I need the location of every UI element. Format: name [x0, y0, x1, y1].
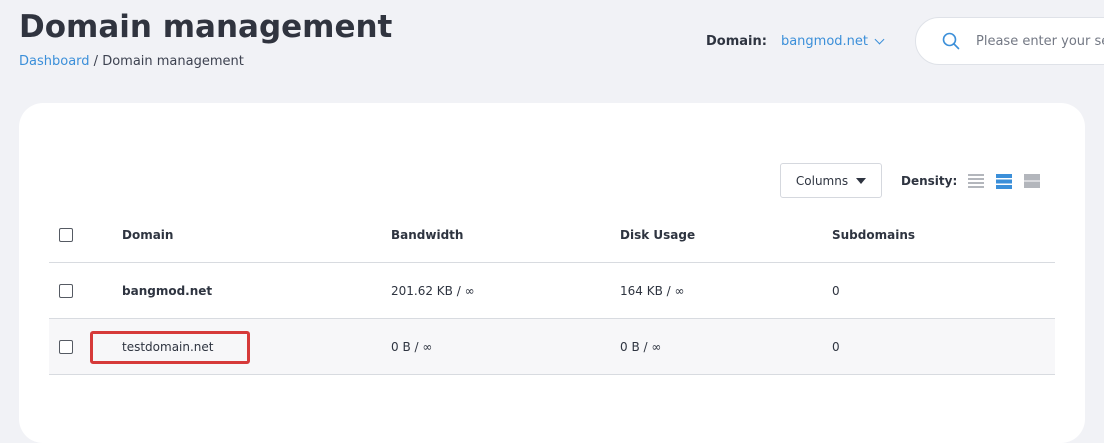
table-row[interactable]: testdomain.net 0 B / ∞ 0 B / ∞ 0	[49, 319, 1055, 375]
chevron-down-icon[interactable]	[874, 34, 885, 45]
select-all-cell	[59, 208, 73, 262]
table-row[interactable]: bangmod.net 201.62 KB / ∞ 164 KB / ∞ 0	[49, 263, 1055, 319]
density-comfortable-icon[interactable]	[1024, 173, 1041, 189]
search-input[interactable]	[976, 30, 1104, 52]
domain-selector-label: Domain:	[706, 34, 767, 49]
table-header-row: Domain Bandwidth Disk Usage Subdomains	[49, 208, 1055, 263]
search-box[interactable]	[915, 17, 1104, 65]
columns-button[interactable]: Columns	[780, 163, 882, 198]
row-checkbox[interactable]	[59, 283, 73, 298]
columns-button-label: Columns	[795, 173, 849, 188]
breadcrumb-separator: /	[89, 54, 103, 69]
disk-usage-value: 0 B / ∞	[620, 339, 662, 354]
bandwidth-value: 0 B / ∞	[391, 339, 433, 354]
row-select-cell	[59, 263, 73, 318]
column-header-bandwidth[interactable]: Bandwidth	[391, 208, 463, 262]
subdomains-count: 0	[832, 339, 840, 354]
breadcrumb: Dashboard / Domain management	[19, 54, 244, 69]
domain-table-card: Columns Density: Domain Bandwidth Disk U…	[19, 103, 1085, 443]
bandwidth-value: 201.62 KB / ∞	[391, 283, 475, 298]
disk-usage-value: 164 KB / ∞	[620, 283, 685, 298]
density-compact-icon[interactable]	[968, 173, 985, 189]
column-header-disk-usage[interactable]: Disk Usage	[620, 208, 695, 262]
domain-name-link[interactable]: testdomain.net	[122, 319, 214, 374]
search-icon	[942, 32, 960, 50]
select-all-checkbox[interactable]	[59, 228, 73, 242]
row-checkbox[interactable]	[59, 339, 73, 354]
breadcrumb-current: Domain management	[102, 54, 244, 69]
subdomains-count: 0	[832, 283, 840, 298]
column-header-domain[interactable]: Domain	[122, 208, 173, 262]
density-control: Density:	[901, 173, 1052, 189]
domain-selector[interactable]: Domain: bangmod.net	[706, 34, 885, 49]
density-normal-icon[interactable]	[996, 173, 1013, 189]
caret-down-icon	[856, 177, 867, 184]
density-label: Density:	[901, 174, 958, 188]
domain-name-link[interactable]: bangmod.net	[122, 263, 212, 318]
domain-selector-value[interactable]: bangmod.net	[781, 34, 868, 49]
row-select-cell	[59, 319, 73, 374]
breadcrumb-dashboard-link[interactable]: Dashboard	[19, 54, 90, 69]
column-header-subdomains[interactable]: Subdomains	[832, 208, 915, 262]
domain-table: Domain Bandwidth Disk Usage Subdomains b…	[49, 208, 1055, 375]
page-title: Domain management	[19, 9, 393, 45]
